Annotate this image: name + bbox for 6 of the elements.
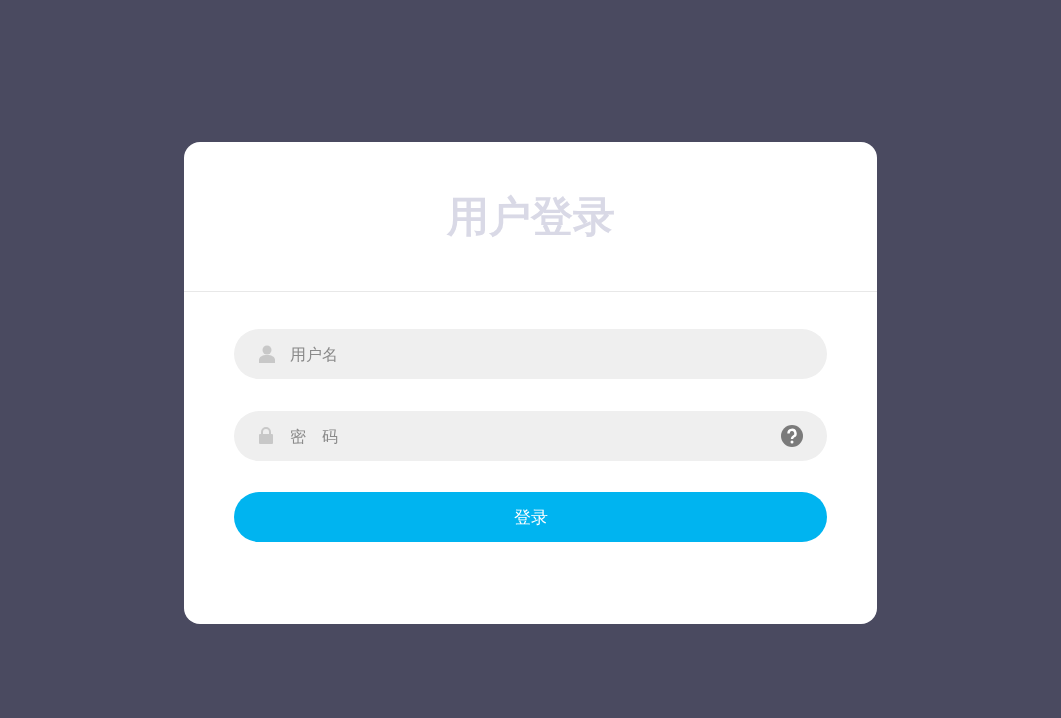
username-field[interactable]: 用户名 (234, 329, 827, 379)
login-button[interactable]: 登录 (234, 492, 827, 542)
lock-icon (259, 427, 273, 444)
password-field[interactable]: 密 码 (234, 411, 827, 461)
help-icon[interactable] (781, 425, 803, 447)
user-icon (259, 345, 275, 363)
